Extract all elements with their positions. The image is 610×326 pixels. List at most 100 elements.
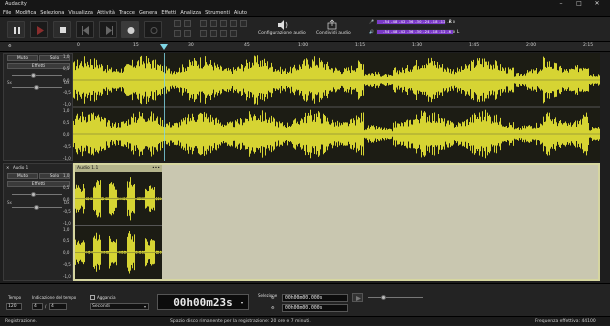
skip-end-button[interactable] xyxy=(99,21,117,38)
envelope-tool-icon[interactable] xyxy=(184,20,191,27)
silence-icon[interactable] xyxy=(210,30,217,37)
playback-meter-icon[interactable]: 🔊 xyxy=(369,29,374,34)
playhead-marker-icon[interactable] xyxy=(160,44,168,51)
share-audio-button[interactable] xyxy=(318,19,348,31)
playback-speed-slider[interactable] xyxy=(368,297,423,298)
zoom-toggle-icon[interactable] xyxy=(240,20,247,27)
menu-activity[interactable]: Attività xyxy=(97,9,115,17)
track-1-gain-slider[interactable] xyxy=(12,75,62,76)
menu-analyze[interactable]: Analizza xyxy=(180,9,201,17)
selection-mode-icon[interactable]: ⚙ xyxy=(271,295,275,300)
ruler-tick: 1:30 xyxy=(412,43,423,48)
track-2-scale-label: 0,5 xyxy=(63,184,70,190)
playhead-line xyxy=(164,53,165,161)
menu-select[interactable]: Seleziona xyxy=(40,9,64,17)
track-2-scale-label: -0,5 xyxy=(63,208,71,214)
time-display-menu-icon[interactable]: ▾ xyxy=(241,300,243,305)
track-2-waveform-area[interactable] xyxy=(75,172,162,279)
record-meter-icon[interactable]: 🎤 xyxy=(369,19,374,24)
track-1-waveform-area[interactable] xyxy=(73,53,600,161)
track-2-pan-knob[interactable] xyxy=(34,205,39,210)
track-1-scale-label: -0,5 xyxy=(63,144,71,149)
track-1-mute-button[interactable]: Muto xyxy=(7,55,38,61)
pause-icon xyxy=(14,27,20,34)
track-2-scale-label: -1,0 xyxy=(63,274,71,279)
time-display[interactable]: 00h00m23s xyxy=(157,294,249,310)
stop-button[interactable] xyxy=(53,21,71,38)
time-signature-label: Indicazione del tempo xyxy=(32,295,77,300)
toolbar: Configurazione audio Condividi audio xyxy=(0,17,610,42)
meter-toolbar: 🎤 -54 -48 -42 -36 -30 -24 -18 -12 -6 0 R… xyxy=(369,17,471,42)
tempo-input[interactable]: 120 xyxy=(6,303,22,310)
ruler-tick: 15 xyxy=(133,43,139,48)
zoom-selection-icon[interactable] xyxy=(220,20,227,27)
menu-file[interactable]: File xyxy=(3,9,11,17)
skip-end-icon xyxy=(106,26,113,35)
selection-start-field[interactable]: 00h00m00.000s xyxy=(282,294,348,302)
track-1-scale-label: 1,0 xyxy=(63,54,70,59)
loop-button[interactable] xyxy=(144,21,162,38)
timeline-settings-icon[interactable]: ⚙ xyxy=(8,43,12,48)
skip-start-button[interactable] xyxy=(76,21,94,38)
chevron-down-icon: ▾ xyxy=(144,304,147,309)
tempo-label: Tempo xyxy=(8,295,22,300)
undo-icon[interactable] xyxy=(220,30,227,37)
track-1-scale-label: 0,0 xyxy=(63,132,70,137)
track-2-gain-knob[interactable] xyxy=(31,192,36,197)
record-meter-ticks: -54 -48 -42 -36 -30 -24 -18 -12 -6 0 xyxy=(383,19,456,24)
snap-unit-select[interactable]: Secondi xyxy=(90,303,149,310)
minimize-icon[interactable]: – xyxy=(552,0,570,8)
menu-help[interactable]: Aiuto xyxy=(234,9,247,17)
select-tool-icon[interactable] xyxy=(174,20,181,27)
close-icon[interactable]: ✕ xyxy=(588,0,606,8)
ruler-tick: 0 xyxy=(77,43,80,48)
play-button[interactable] xyxy=(30,21,48,38)
audio-setup-label: Configurazione audio xyxy=(258,31,306,36)
trim-icon[interactable] xyxy=(200,30,207,37)
track-1-scale-label: 1,0 xyxy=(63,108,70,113)
timeline-ruler[interactable]: ⚙ 0 15 30 45 1:00 1:15 1:30 1:45 2:00 2:… xyxy=(0,42,610,52)
track-1-pan-left: Sx xyxy=(7,80,12,85)
time-signature-denominator[interactable]: 4 xyxy=(49,303,67,310)
multi-tool-icon[interactable] xyxy=(184,30,191,37)
draw-tool-icon[interactable] xyxy=(174,30,181,37)
time-signature-numerator[interactable]: 4 xyxy=(32,303,43,310)
zoom-out-icon[interactable] xyxy=(210,20,217,27)
playback-speed-knob[interactable] xyxy=(381,295,386,300)
track-2-effects-button[interactable]: Effetti xyxy=(7,181,70,187)
track-1-pan-knob[interactable] xyxy=(34,85,39,90)
maximize-icon[interactable]: □ xyxy=(570,0,588,8)
record-button[interactable] xyxy=(121,21,139,38)
selection-settings-icon[interactable]: ⚙ xyxy=(271,305,275,310)
skip-start-icon xyxy=(82,26,89,35)
track-2-gain-slider[interactable] xyxy=(12,194,62,195)
snap-label: Aggancia xyxy=(97,295,116,300)
track-2-close-icon[interactable]: ✕ xyxy=(6,165,9,170)
track-2-scale-label: 0,0 xyxy=(63,250,70,256)
menu-edit[interactable]: Modifica xyxy=(15,9,36,17)
audio-setup-button[interactable] xyxy=(262,19,302,31)
window-title: Audacity xyxy=(5,1,27,7)
track-2-mute-button[interactable]: Muto xyxy=(7,173,38,179)
menu-tracks[interactable]: Tracce xyxy=(119,9,135,17)
track-2-name[interactable]: Audio 1 xyxy=(13,165,28,170)
clip-menu-icon[interactable]: ••• xyxy=(152,165,160,172)
menu-effects[interactable]: Effetti xyxy=(161,9,176,17)
track-2-clip-header[interactable]: Audio 1.1 ••• xyxy=(75,165,162,172)
track-1-effects-button[interactable]: Effetti xyxy=(7,63,70,69)
track-2-waveform xyxy=(75,177,162,274)
pause-button[interactable] xyxy=(7,21,25,38)
play-at-speed-button[interactable] xyxy=(352,293,363,302)
track-1-scale-label: 0,5 xyxy=(63,66,70,71)
track-1-gain-knob[interactable] xyxy=(31,73,36,78)
menu-tools[interactable]: Strumenti xyxy=(205,9,230,17)
redo-icon[interactable] xyxy=(230,30,237,37)
snap-checkbox[interactable] xyxy=(90,295,95,300)
selection-end-field[interactable]: 00h00m00.000s xyxy=(282,304,348,312)
menu-view[interactable]: Visualizza xyxy=(68,9,93,17)
zoom-in-icon[interactable] xyxy=(200,20,207,27)
menu-generate[interactable]: Genera xyxy=(139,9,157,17)
track-2-clip-name: Audio 1.1 xyxy=(77,166,99,171)
track-2-pan-left: Sx xyxy=(7,200,12,205)
zoom-fit-icon[interactable] xyxy=(230,20,237,27)
